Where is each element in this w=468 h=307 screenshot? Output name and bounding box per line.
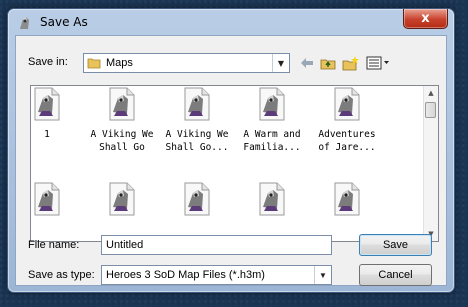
map-file-icon xyxy=(184,87,210,121)
map-file-icon xyxy=(109,87,135,121)
save-as-type-value: Heroes 3 SoD Map Files (*.h3m) xyxy=(106,269,265,281)
file-name-text: A Viking We Shall Go... xyxy=(165,129,229,153)
save-in-value: Maps xyxy=(106,57,133,69)
close-icon: x xyxy=(421,11,430,26)
save-as-type-label: Save as type: xyxy=(28,269,95,281)
folder-icon xyxy=(87,58,101,69)
file-item[interactable]: A Viking We Shall Go xyxy=(86,86,158,154)
dialog-body: Save in: Maps ▼ 1 A Viking We Shall Go A… xyxy=(15,35,447,286)
vertical-scrollbar[interactable]: ▲ ▼ xyxy=(423,86,438,241)
title-bar[interactable]: Save As x xyxy=(8,9,454,35)
map-file-icon xyxy=(259,87,285,121)
file-name-text: Adventures of Jare... xyxy=(318,129,376,153)
chevron-down-icon[interactable]: ▼ xyxy=(272,54,289,72)
up-folder-button[interactable] xyxy=(318,54,338,72)
file-item[interactable] xyxy=(161,181,233,223)
file-name-label: File name: xyxy=(28,239,80,251)
close-button[interactable]: x xyxy=(403,9,448,29)
save-as-type-dropdown[interactable]: Heroes 3 SoD Map Files (*.h3m) ▼ xyxy=(101,265,332,285)
file-item[interactable]: 1 xyxy=(31,86,83,141)
file-list[interactable]: 1 A Viking We Shall Go A Viking We Shall G… xyxy=(30,85,439,242)
map-file-icon xyxy=(34,182,60,216)
view-menu-button[interactable] xyxy=(365,54,391,72)
file-item[interactable] xyxy=(236,181,308,223)
file-item[interactable] xyxy=(31,181,83,223)
scroll-up-icon[interactable]: ▲ xyxy=(424,86,438,100)
map-file-icon xyxy=(109,182,135,216)
up-folder-icon xyxy=(320,59,336,70)
cancel-button[interactable]: Cancel xyxy=(359,264,432,286)
map-file-icon xyxy=(184,182,210,216)
app-icon xyxy=(20,17,29,29)
view-menu-icon xyxy=(366,56,389,70)
back-button[interactable] xyxy=(297,54,317,72)
file-name-input[interactable]: Untitled xyxy=(101,235,332,255)
map-file-icon xyxy=(259,182,285,216)
file-item[interactable] xyxy=(86,181,158,223)
file-name-text: 1 xyxy=(44,129,50,140)
save-button[interactable]: Save xyxy=(359,234,432,256)
save-in-label: Save in: xyxy=(28,56,68,68)
map-file-icon xyxy=(334,87,360,121)
back-arrow-icon xyxy=(301,58,313,68)
save-as-dialog: Save As x Save in: Maps ▼ 1 A Viking We … xyxy=(7,8,455,293)
file-item[interactable]: Adventures of Jare... xyxy=(311,86,383,154)
new-folder-button[interactable] xyxy=(341,54,361,72)
save-in-dropdown[interactable]: Maps ▼ xyxy=(83,53,290,73)
window-title: Save As xyxy=(40,15,88,29)
file-name-text: A Warm and Familia... xyxy=(243,129,301,153)
file-name-text: A Viking We Shall Go xyxy=(90,129,154,153)
file-item[interactable] xyxy=(311,181,383,223)
file-item[interactable]: A Warm and Familia... xyxy=(236,86,308,154)
map-file-icon xyxy=(334,182,360,216)
new-folder-icon xyxy=(342,56,359,71)
scroll-thumb[interactable] xyxy=(425,102,436,118)
file-item[interactable]: A Viking We Shall Go... xyxy=(161,86,233,154)
map-file-icon xyxy=(34,87,60,121)
chevron-down-icon[interactable]: ▼ xyxy=(314,266,331,284)
